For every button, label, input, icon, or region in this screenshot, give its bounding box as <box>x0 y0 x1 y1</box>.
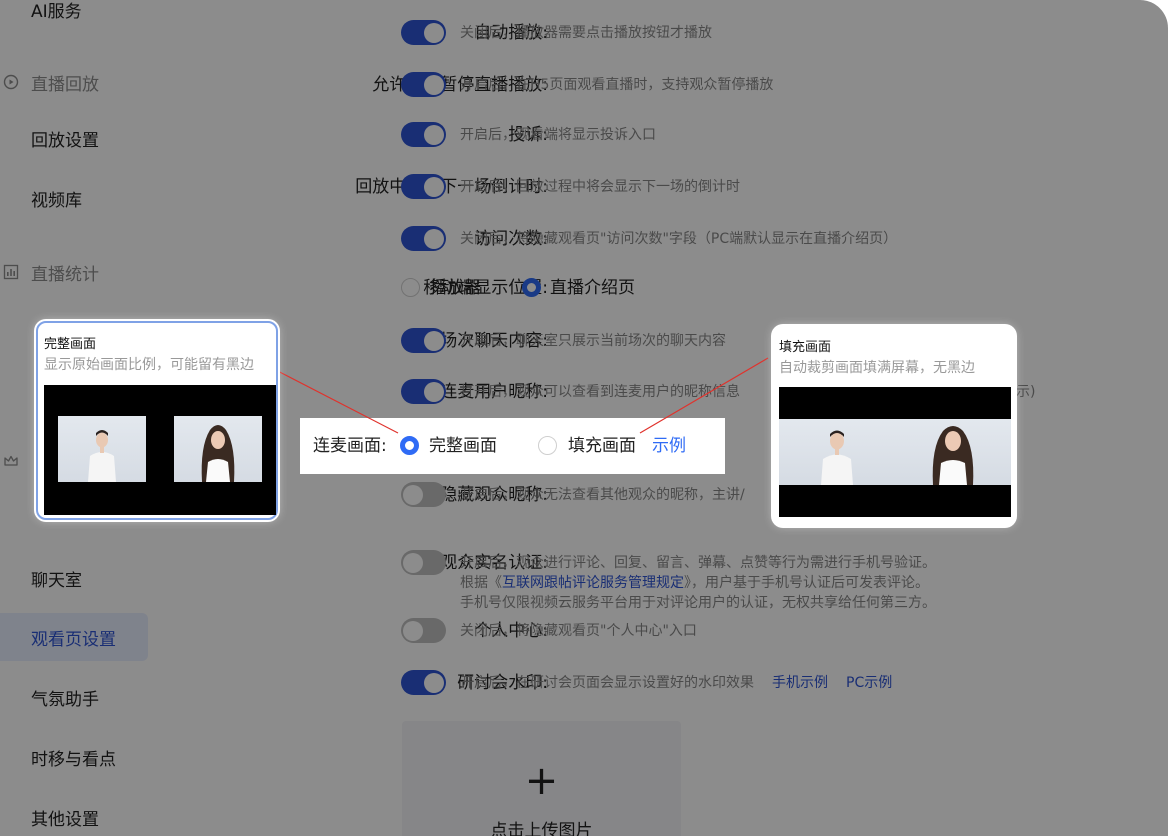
host-figure-icon <box>821 430 853 485</box>
preview-subtitle: 自动裁剪画面填满屏幕，无黑边 <box>779 360 975 376</box>
fill-view-preview-card: 填充画面 自动裁剪画面填满屏幕，无黑边 <box>773 326 1015 526</box>
app-frame: AI服务 直播回放 回放设置 视频库 直播统计 聊天室 观看页设置 气氛助手 时… <box>0 0 1168 836</box>
full-view-preview-card: 完整画面 显示原始画面比例，可能留有黑边 <box>36 321 278 520</box>
radio-fill-view[interactable] <box>538 436 557 455</box>
host-figure-icon <box>88 430 116 482</box>
mic-view-highlight: 连麦画面: 完整画面 填充画面 示例 <box>300 418 725 474</box>
host-video-thumb <box>58 416 146 482</box>
full-view-preview-image <box>44 385 276 515</box>
guest-video-thumb <box>174 416 262 482</box>
preview-title: 填充画面 <box>779 340 832 355</box>
radio-fill-view-label[interactable]: 填充画面 <box>568 431 636 461</box>
mic-view-label: 连麦画面: <box>313 436 387 456</box>
guest-video-thumb <box>895 419 1011 485</box>
preview-subtitle: 显示原始画面比例，可能留有黑边 <box>44 357 254 373</box>
guest-figure-icon <box>932 426 974 485</box>
radio-full-view-label[interactable]: 完整画面 <box>429 431 497 461</box>
guest-figure-icon <box>201 425 235 482</box>
preview-title: 完整画面 <box>44 337 97 352</box>
radio-full-view[interactable] <box>400 436 419 455</box>
host-video-thumb <box>779 419 895 485</box>
example-link[interactable]: 示例 <box>652 431 686 461</box>
fill-view-preview-image <box>779 387 1011 517</box>
